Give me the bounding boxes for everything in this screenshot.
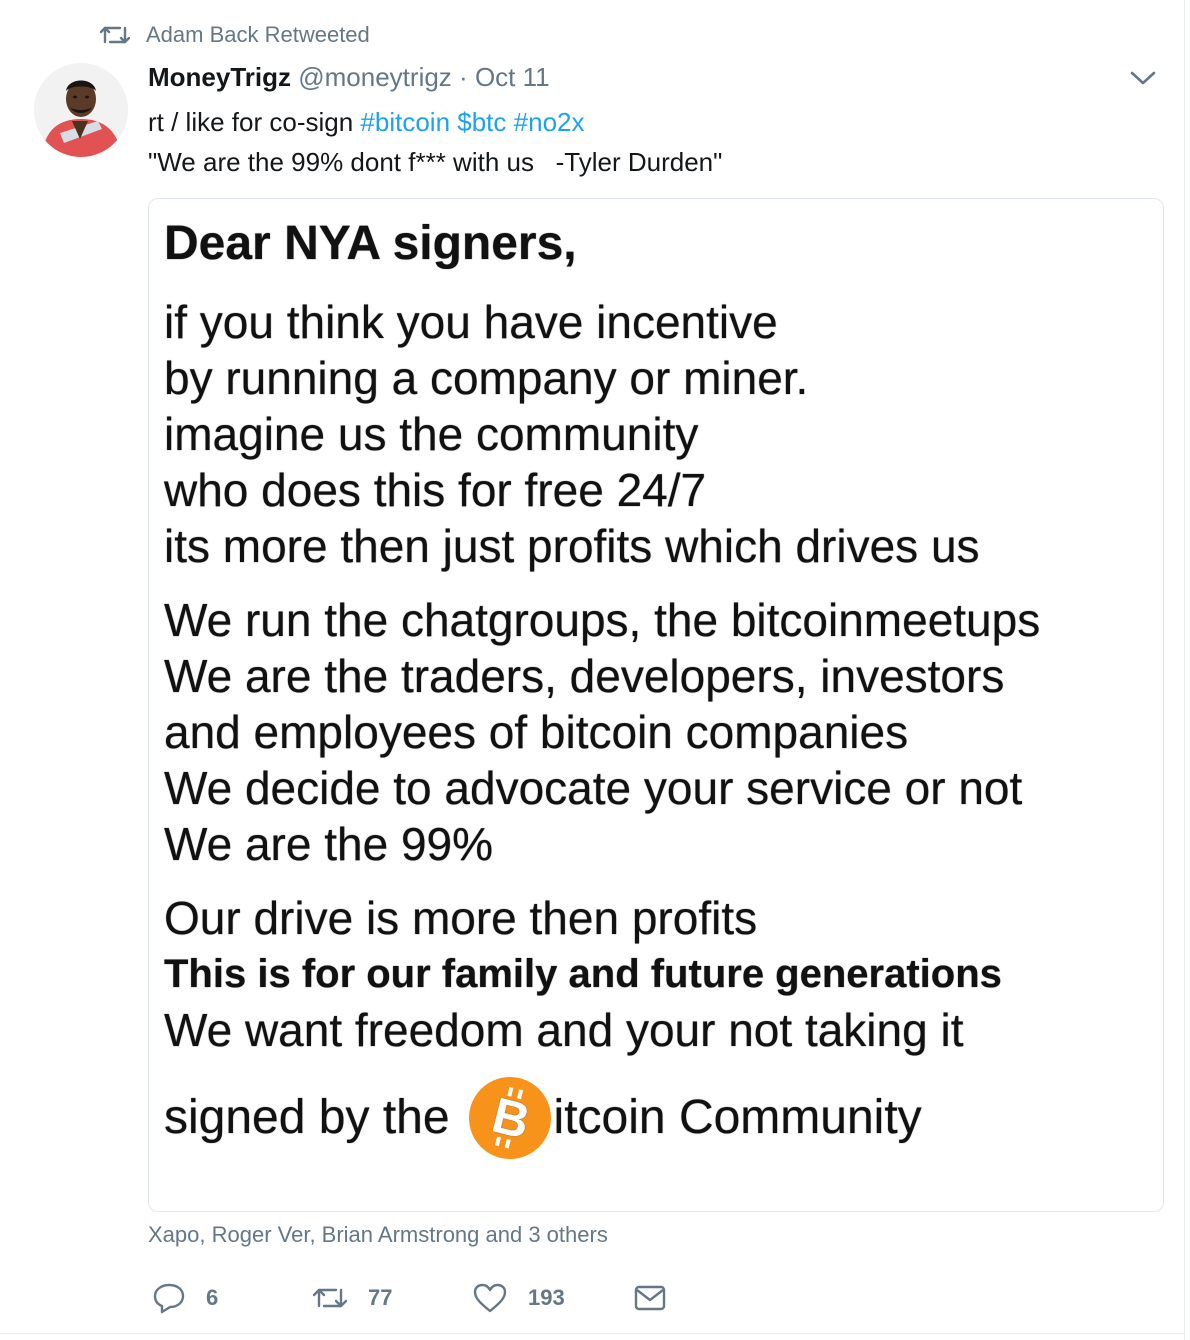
tweet-date[interactable]: Oct 11: [475, 62, 550, 92]
bitcoin-logo-icon: B: [468, 1077, 551, 1159]
tweet-divider: [0, 1333, 1184, 1334]
tweet-text-line-1: rt / like for co-sign #bitcoin $btc #no2…: [148, 102, 722, 142]
meme-line: if you think you have incentive: [164, 296, 778, 348]
cashtag-btc-link[interactable]: $btc: [457, 107, 506, 137]
direct-message-button[interactable]: [634, 1276, 686, 1320]
tweet[interactable]: Adam Back Retweeted MoneyTrigz @moneytri…: [0, 0, 1185, 1340]
like-count: 193: [528, 1285, 565, 1310]
tweet-actions: 6 77 193: [148, 1276, 708, 1320]
retweet-count: 77: [368, 1285, 393, 1310]
retweet-icon: [312, 1288, 348, 1308]
like-button[interactable]: 193: [472, 1276, 565, 1320]
meme-paragraph-2: We run the chatgroups, the bitcoinmeetup…: [164, 592, 1157, 872]
author-handle[interactable]: @moneytrigz: [298, 62, 452, 92]
meme-line: imagine us the community: [164, 408, 699, 460]
tweet-text: rt / like for co-sign #bitcoin $btc #no2…: [148, 102, 722, 182]
meme-line: who does this for free 24/7: [164, 464, 707, 516]
meme-line: We are the 99%: [164, 818, 494, 870]
heart-icon: [473, 1283, 507, 1313]
author-name[interactable]: MoneyTrigz: [148, 62, 291, 92]
reply-button[interactable]: 6: [152, 1276, 218, 1320]
meme-line: We want freedom and your not taking it: [164, 1004, 964, 1056]
meme-line: We are the traders, developers, investor…: [164, 650, 1005, 702]
meme-line: by running a company or miner.: [164, 352, 809, 404]
retweet-icon: [100, 26, 130, 44]
retweet-button[interactable]: 77: [312, 1276, 392, 1320]
tweet-media-image[interactable]: Dear NYA signers, if you think you have …: [148, 198, 1164, 1212]
meme-paragraph-1: if you think you have incentive by runni…: [164, 294, 1157, 574]
meme-line: Our drive is more then profits: [164, 892, 758, 944]
meme-text-block: Dear NYA signers, if you think you have …: [164, 214, 1157, 1160]
meme-line: We run the chatgroups, the bitcoinmeetup…: [164, 594, 1041, 646]
meme-signature: signed by the B itcoin Community: [164, 1076, 1157, 1160]
tweet-text-prefix: rt / like for co-sign: [148, 107, 361, 137]
envelope-icon: [634, 1285, 666, 1311]
avatar[interactable]: [34, 63, 128, 157]
tweet-header: MoneyTrigz @moneytrigz · Oct 11: [148, 62, 550, 93]
meme-title: Dear NYA signers,: [164, 217, 577, 270]
meme-signature-prefix: signed by the: [164, 1091, 450, 1144]
header-separator: ·: [459, 62, 468, 92]
avatar-image: [34, 63, 128, 157]
tweet-text-line-2: "We are the 99% dont f*** with us -Tyler…: [148, 147, 723, 177]
meme-line: We decide to advocate your service or no…: [164, 762, 1023, 814]
meme-line: and employees of bitcoin companies: [164, 706, 909, 758]
meme-line: This is for our family and future genera…: [164, 952, 1002, 996]
meme-signature-suffix: itcoin Community: [553, 1091, 922, 1144]
meme-paragraph-3: Our drive is more then profits This is f…: [164, 890, 1157, 1058]
retweet-context: Adam Back Retweeted: [100, 22, 370, 48]
retweet-context-label[interactable]: Adam Back Retweeted: [146, 22, 370, 48]
meme-line: its more then just profits which drives …: [164, 520, 980, 572]
reply-icon: [153, 1283, 185, 1314]
liked-by-summary[interactable]: Xapo, Roger Ver, Brian Armstrong and 3 o…: [148, 1222, 608, 1248]
hashtag-bitcoin-link[interactable]: #bitcoin: [360, 107, 450, 137]
hashtag-no2x-link[interactable]: #no2x: [514, 107, 585, 137]
reply-count: 6: [206, 1285, 219, 1310]
chevron-down-icon[interactable]: [1128, 66, 1158, 90]
